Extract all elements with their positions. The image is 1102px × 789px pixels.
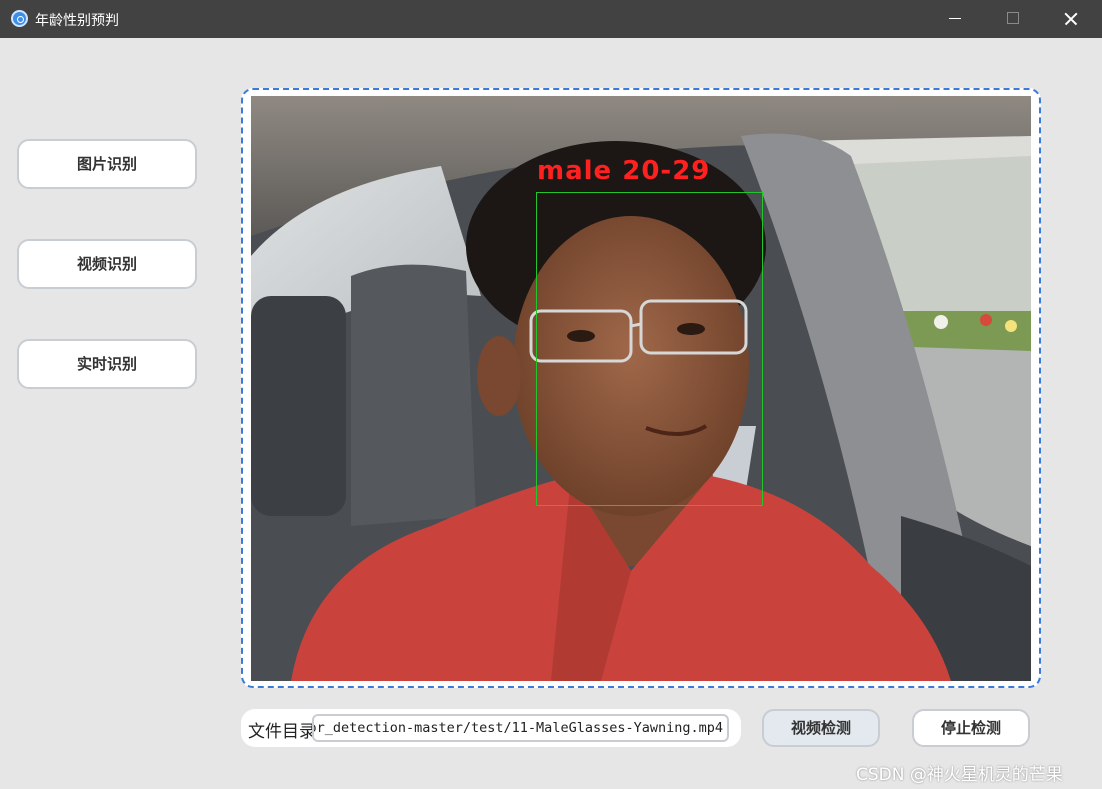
video-frame-image: male 20-29 [251,96,1031,681]
video-recognition-button[interactable]: 视频识别 [17,239,197,289]
file-path-field[interactable]: or_detection-master/test/11-MaleGlasses-… [312,714,729,742]
app-icon [11,10,28,27]
file-path-label: 文件目录 [248,722,316,742]
file-path-panel: 文件目录 or_detection-master/test/11-MaleGla… [241,709,741,747]
face-detection-box [536,192,763,506]
video-display-frame: male 20-29 [241,88,1041,688]
title-bar: 年龄性别预判 [0,0,1102,38]
start-detection-button[interactable]: 视频检测 [762,709,880,747]
maximize-button[interactable] [984,0,1042,38]
realtime-recognition-button[interactable]: 实时识别 [17,339,197,389]
detection-label: male 20-29 [537,156,711,186]
file-path-value: or_detection-master/test/11-MaleGlasses-… [312,720,723,736]
window-title: 年龄性别预判 [35,13,119,29]
image-recognition-button[interactable]: 图片识别 [17,139,197,189]
close-button[interactable] [1043,0,1101,38]
stop-detection-button[interactable]: 停止检测 [912,709,1030,747]
watermark: CSDN @神火星机灵的芒果 [856,765,1063,785]
minimize-button[interactable] [926,0,984,38]
